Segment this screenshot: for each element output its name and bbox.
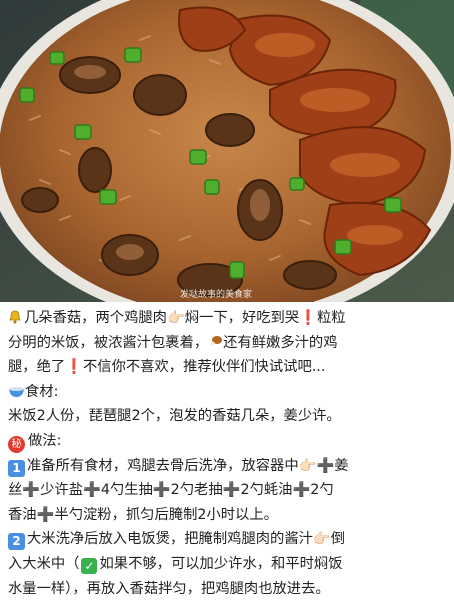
step2-text-2b: 如果不够，可以加少许水，和平时焖饭	[99, 555, 343, 572]
intro-text-1b: 粒粒	[316, 310, 346, 326]
step1-text-2f: 2勺	[310, 482, 334, 499]
intro-text-2a: 分明的米饭，被浓酱汁包裹着，	[8, 334, 209, 351]
red-exclamation-icon: ❗	[299, 310, 317, 326]
step-1-badge: 1	[8, 459, 25, 477]
step1-text-1b: 姜	[334, 457, 349, 474]
step1-text-3b: 半勺淀粉，抓匀后腌制2小时以上。	[54, 506, 278, 523]
method-title: 做法:	[28, 432, 62, 449]
plus-icon: ➕	[222, 482, 241, 499]
step1-line-2: 丝➕少许盐➕4勺生抽➕2勺老抽➕2勺蚝油➕2勺	[8, 478, 446, 503]
step1-text-3a: 香油	[8, 506, 37, 523]
intro-text-3a: 腿，绝了	[8, 359, 66, 376]
plus-icon: ➕	[22, 482, 41, 499]
bowl-icon	[9, 386, 24, 397]
step1-text-2a: 丝	[8, 482, 23, 499]
plus-icon: ➕	[83, 482, 101, 499]
step1-text-2d: 2勺老抽	[170, 482, 223, 499]
step-2-badge: 2	[8, 533, 25, 551]
step1-text-2e: 2勺蚝油	[240, 482, 293, 499]
step1-text-2b: 少许盐	[40, 482, 83, 499]
watermark: 发哒故事的美食家	[180, 290, 253, 300]
intro-text-1: 几朵香菇，两个鸡腿肉👉🏻焖一下，好吃到哭	[24, 310, 300, 326]
ingredients-heading: 食材:	[8, 380, 446, 405]
ingredients-title: 食材:	[25, 383, 59, 400]
plus-icon: ➕	[36, 506, 55, 523]
check-icon: ✓	[81, 557, 98, 574]
step2-line-1: 2 大米洗净后放入电饭煲，把腌制鸡腿肉的酱汁👉🏻倒	[8, 527, 446, 552]
rice-dish-image	[0, 0, 454, 302]
method-heading: 秘做法:	[8, 429, 446, 454]
ingredients-text: 米饭2人份，琵琶腿2个，泡发的香菇几朵，姜少许。	[8, 408, 341, 425]
intro-line-3: 腿，绝了❗不信你不喜欢，推荐伙伴们快试试吧...	[8, 355, 446, 380]
food-photo: 发哒故事的美食家	[0, 0, 454, 302]
recipe-text: 几朵香菇，两个鸡腿肉👉🏻焖一下，好吃到哭❗粒粒 分明的米饭，被浓酱汁包裹着， 还…	[0, 302, 454, 608]
plus-icon: ➕	[316, 457, 335, 474]
step2-line-2: 入大米中（ ✓ 如果不够，可以加少许水，和平时焖饭	[8, 552, 446, 577]
step1-text-1a: 准备所有食材，鸡腿去骨后洗净，放容器中👉🏻	[27, 457, 317, 474]
intro-line-2: 分明的米饭，被浓酱汁包裹着， 还有鲜嫩多汁的鸡	[8, 331, 446, 356]
step1-line-1: 1 准备所有食材，鸡腿去骨后洗净，放容器中👉🏻➕姜	[8, 454, 446, 479]
step1-line-3: 香油➕半勺淀粉，抓匀后腌制2小时以上。	[8, 503, 446, 528]
intro-text-3b: 不信你不喜欢，推荐伙伴们快试试吧...	[83, 359, 326, 376]
intro-text-2b: 还有鲜嫩多汁的鸡	[223, 334, 338, 351]
drumstick-icon	[209, 335, 223, 346]
intro-line-1: 几朵香菇，两个鸡腿肉👉🏻焖一下，好吃到哭❗粒粒	[8, 306, 446, 331]
plus-icon: ➕	[292, 482, 311, 499]
plus-icon: ➕	[152, 482, 171, 499]
red-exclamation-icon: ❗	[65, 359, 83, 376]
step2-text-2a: 入大米中（	[8, 555, 80, 572]
ingredients-list: 米饭2人份，琵琶腿2个，泡发的香菇几朵，姜少许。	[8, 404, 446, 429]
secret-icon: 秘	[8, 435, 25, 453]
step1-text-2c: 4勺生抽	[100, 482, 153, 499]
bell-icon	[9, 310, 21, 324]
step2-line-3: 水量一样），再放入香菇拌匀，把鸡腿肉也放进去。	[8, 577, 446, 602]
step2-text-1: 大米洗净后放入电饭煲，把腌制鸡腿肉的酱汁👉🏻倒	[27, 531, 346, 548]
step2-text-3: 水量一样），再放入香菇拌匀，把鸡腿肉也放进去。	[8, 580, 330, 597]
